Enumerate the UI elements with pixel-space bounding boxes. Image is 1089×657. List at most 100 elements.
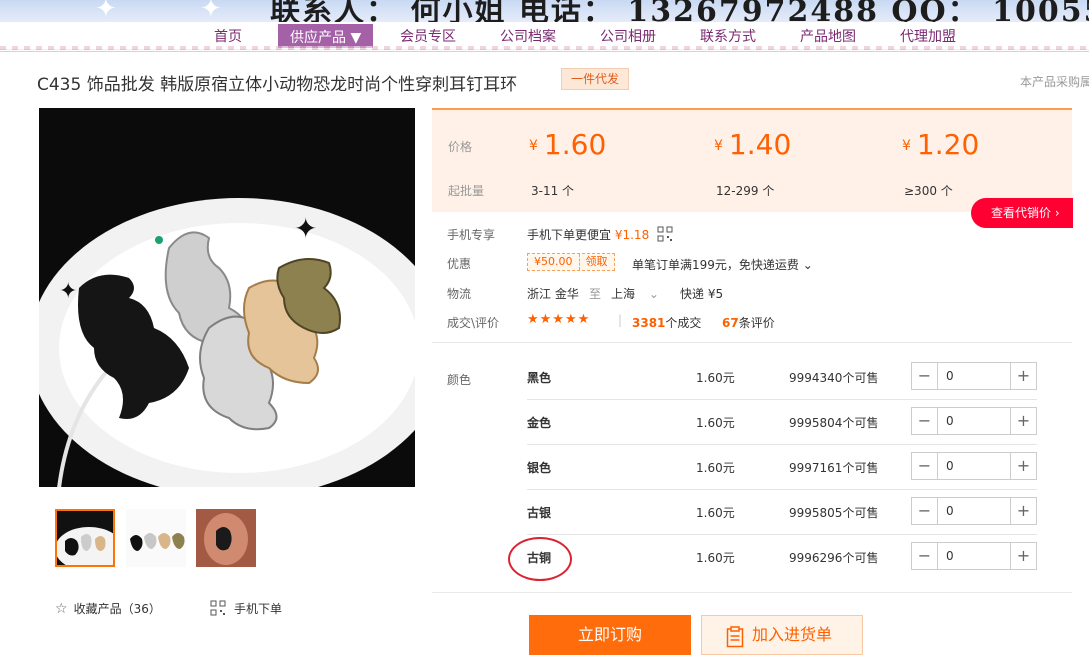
nav-item-agency[interactable]: 代理加盟: [900, 22, 956, 48]
ship-to-select[interactable]: 上海 ⌄: [611, 285, 659, 302]
increase-button[interactable]: +: [1010, 498, 1036, 524]
mobile-order-link[interactable]: 手机下单: [210, 600, 282, 619]
logistics-label: 物流: [447, 287, 472, 301]
red-highlight-circle: [508, 537, 572, 581]
deals-reviews-label: 成交\评价: [447, 316, 500, 330]
sku-stock: 9994340个可售: [789, 371, 879, 385]
buy-now-button[interactable]: 立即订购: [529, 615, 691, 655]
tier-price-3: ¥1.20: [902, 128, 980, 161]
price-box: 价格 起批量 ¥1.60 ¥1.40 ¥1.20 3-11 个 12-299 个…: [432, 108, 1072, 212]
quantity-input[interactable]: [938, 453, 1010, 479]
thumbnail-3[interactable]: [196, 509, 256, 567]
coupon[interactable]: ¥50.00 领取: [527, 253, 615, 271]
sku-row: 黑色 1.60元 9994340个可售 − +: [527, 355, 1037, 400]
rating-stars: ★★★★★: [527, 312, 591, 327]
quantity-input[interactable]: [938, 543, 1010, 569]
favorite-product[interactable]: ☆ 收藏产品（36）: [55, 600, 161, 617]
chevron-down-icon: ⌄: [648, 287, 659, 301]
top-banner: ✦ ✦ 联系人： 何小姐 电话： 13267972488 QQ： 1005556…: [0, 0, 1089, 22]
qr-code-icon[interactable]: [657, 226, 673, 245]
add-to-purchase-list-label: 加入进货单: [752, 625, 833, 644]
thumbnail-image: [126, 509, 186, 567]
add-to-purchase-list-button[interactable]: 加入进货单: [701, 615, 863, 655]
express-fee: 快递 ¥5: [680, 287, 724, 301]
ship-from: 浙江 金华: [527, 287, 579, 301]
min-batch-label: 起批量: [448, 184, 485, 198]
favorite-label: 收藏产品（36）: [73, 602, 161, 616]
tier-price-1: ¥1.60: [529, 128, 607, 161]
price-label: 价格: [448, 140, 473, 154]
sku-name: 银色: [527, 461, 552, 475]
sku-stock: 9995804个可售: [789, 416, 879, 430]
quantity-stepper: − +: [911, 497, 1037, 525]
quantity-input[interactable]: [938, 498, 1010, 524]
color-label: 颜色: [447, 373, 472, 387]
tier-qty-1: 3-11 个: [531, 184, 575, 198]
sku-stock: 9995805个可售: [789, 506, 879, 520]
sku-stock: 9997161个可售: [789, 461, 879, 475]
nav-divider: [0, 46, 1089, 50]
reviews-count[interactable]: 67条评价: [722, 314, 775, 331]
section-divider: [432, 592, 1072, 593]
section-divider: [432, 342, 1072, 343]
decrease-button[interactable]: −: [912, 363, 938, 389]
nav-item-products[interactable]: 供应产品 ▼: [278, 24, 374, 48]
thumbnail-image: [196, 509, 256, 567]
sku-row: 古银 1.60元 9995805个可售 − +: [527, 490, 1037, 535]
svg-text:✦: ✦: [294, 212, 317, 245]
decrease-button[interactable]: −: [912, 543, 938, 569]
mobile-exclusive-label: 手机专享: [447, 228, 496, 242]
divider: |: [618, 313, 623, 327]
sku-price: 1.60元: [696, 416, 735, 430]
sku-row: 银色 1.60元 9997161个可售 − +: [527, 445, 1037, 490]
sku-row: 古铜 1.60元 9996296个可售 − +: [527, 535, 1037, 580]
quantity-stepper: − +: [911, 362, 1037, 390]
nav-item-members[interactable]: 会员专区: [400, 22, 456, 48]
tier-price-2: ¥1.40: [714, 128, 792, 161]
sku-price: 1.60元: [696, 461, 735, 475]
quantity-input[interactable]: [938, 408, 1010, 434]
tier-qty-2: 12-299 个: [716, 184, 775, 198]
banner-contact-text: 联系人： 何小姐 电话： 13267972488 QQ： 1005556765: [270, 0, 1089, 22]
sku-name: 金色: [527, 416, 552, 430]
quantity-stepper: − +: [911, 542, 1037, 570]
deals-count[interactable]: 3381个成交: [632, 314, 701, 331]
quantity-stepper: − +: [911, 452, 1037, 480]
sparkle-icon: ✦: [200, 0, 222, 22]
quantity-stepper: − +: [911, 407, 1037, 435]
mobile-exclusive-value: 手机下单更便宜 ¥1.18: [527, 226, 673, 245]
increase-button[interactable]: +: [1010, 543, 1036, 569]
product-photo: ✦ ✦: [39, 108, 415, 487]
coupon-value: ¥50.00: [534, 255, 573, 268]
nav-item-contact[interactable]: 联系方式: [700, 22, 756, 48]
decrease-button[interactable]: −: [912, 498, 938, 524]
free-shipping-text[interactable]: 单笔订单满199元，免快递运费 ⌄: [632, 256, 813, 273]
thumbnail-1[interactable]: [55, 509, 115, 567]
sku-price: 1.60元: [696, 371, 735, 385]
increase-button[interactable]: +: [1010, 408, 1036, 434]
agent-price-button[interactable]: 查看代销价 ›: [971, 198, 1073, 228]
star-outline-icon: ☆: [55, 601, 68, 617]
product-title: C435 饰品批发 韩版原宿立体小动物恐龙时尚个性穿刺耳钉耳环: [37, 75, 518, 95]
ship-to-word: 至: [589, 287, 602, 301]
decrease-button[interactable]: −: [912, 453, 938, 479]
increase-button[interactable]: +: [1010, 453, 1036, 479]
qr-code-icon: [210, 600, 226, 619]
quantity-input[interactable]: [938, 363, 1010, 389]
increase-button[interactable]: +: [1010, 363, 1036, 389]
svg-text:✦: ✦: [59, 279, 77, 304]
sku-price: 1.60元: [696, 506, 735, 520]
nav-item-company-profile[interactable]: 公司档案: [500, 22, 556, 48]
nav-item-product-map[interactable]: 产品地图: [800, 22, 856, 48]
decrease-button[interactable]: −: [912, 408, 938, 434]
tier-qty-3: ≥300 个: [904, 184, 953, 198]
main-nav: 首页 供应产品 ▼ 会员专区 公司档案 公司相册 联系方式 产品地图 代理加盟: [0, 22, 1089, 52]
thumbnail-image: [57, 511, 113, 565]
nav-item-company-album[interactable]: 公司相册: [600, 22, 656, 48]
nav-item-home[interactable]: 首页: [214, 22, 242, 48]
main-product-image[interactable]: ✦ ✦: [39, 108, 415, 487]
coupon-claim-button[interactable]: 领取: [578, 254, 614, 270]
mobile-order-label: 手机下单: [234, 602, 283, 616]
thumbnail-2[interactable]: [126, 509, 186, 567]
sku-stock: 9996296个可售: [789, 551, 879, 565]
